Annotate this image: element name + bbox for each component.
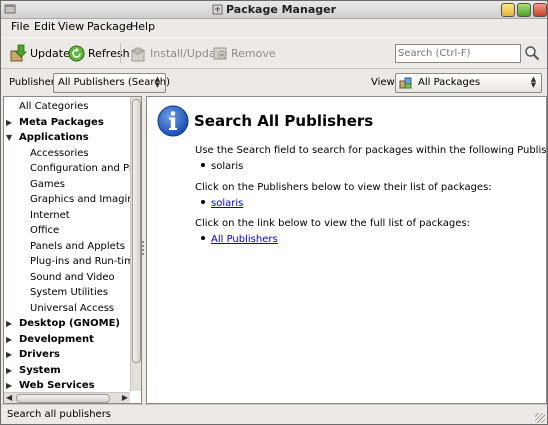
status-bar: Search all publishers	[1, 404, 547, 424]
category-pane: All Categories ▶ Meta Packages ▼ Applica…	[3, 96, 142, 404]
tree-item-label: Sound and Video	[30, 271, 115, 283]
tree-item-label: Graphics and Imaging	[30, 194, 130, 205]
toolbar: Updates Refresh Install/Update Remove Se…	[1, 37, 547, 69]
solaris-publisher-link[interactable]: solaris	[211, 198, 243, 209]
tree-item-label: Configuration and Preferences	[30, 163, 130, 174]
all-publishers-link[interactable]: All Publishers	[211, 234, 278, 245]
expander-collapsed-icon[interactable]: ▶	[6, 381, 12, 390]
menu-view[interactable]: View	[58, 20, 84, 33]
menu-package[interactable]: Package	[87, 20, 133, 33]
publisher-name: solaris	[211, 161, 244, 172]
tree-item-label: Drivers	[19, 349, 60, 360]
category-vertical-scrollbar[interactable]	[130, 97, 141, 391]
vertical-scroll-thumb[interactable]	[132, 99, 141, 363]
pane-splitter-handle[interactable]	[141, 241, 145, 257]
remove-label: Remove	[231, 46, 276, 60]
click-publishers-text: Click on the Publishers below to view th…	[195, 182, 492, 193]
expander-collapsed-icon[interactable]: ▶	[6, 319, 12, 328]
tree-item-label: Applications	[19, 132, 89, 143]
category-tree: All Categories ▶ Meta Packages ▼ Applica…	[4, 97, 130, 392]
view-label: View:	[371, 77, 398, 88]
content-pane: Search All Publishers Use the Search fie…	[146, 96, 547, 404]
tree-item-label: Panels and Applets	[30, 240, 125, 252]
tree-item-label: Internet	[30, 209, 70, 221]
packages-icon	[399, 77, 412, 89]
search-field[interactable]	[395, 44, 521, 63]
menu-bar: File Edit View Package Help	[1, 19, 547, 36]
bullet-icon	[201, 200, 205, 204]
tree-item-label: Universal Access	[30, 302, 115, 314]
publisher-dropdown[interactable]: All Publishers (Search) ▲ ▼	[53, 73, 170, 93]
tree-item-label: System	[19, 364, 61, 376]
view-dropdown-arrows-icon: ▲ ▼	[530, 75, 537, 89]
tree-item-label: Plug-ins and Run-times	[30, 256, 130, 267]
package-manager-window: Package Manager File Edit View Package H…	[0, 0, 548, 425]
click-link-text: Click on the link below to view the full…	[195, 218, 470, 229]
horizontal-scroll-thumb[interactable]	[16, 394, 110, 403]
package-manager-icon	[212, 4, 223, 15]
expander-collapsed-icon[interactable]: ▶	[6, 366, 12, 375]
view-dropdown-value: All Packages	[418, 77, 481, 88]
window-title: Package Manager	[1, 3, 547, 16]
minimize-button[interactable]	[501, 3, 515, 17]
category-horizontal-scrollbar[interactable]: ◀ ▶	[4, 392, 130, 403]
status-text: Search all publishers	[7, 409, 112, 420]
close-button[interactable]	[533, 3, 547, 17]
bullet-icon	[201, 163, 205, 167]
expander-collapsed-icon[interactable]: ▶	[6, 350, 12, 359]
tree-item-label: Meta Packages	[19, 116, 104, 128]
view-dropdown[interactable]: All Packages ▲ ▼	[395, 73, 542, 93]
refresh-label: Refresh	[88, 46, 130, 60]
search-icon[interactable]	[524, 45, 540, 61]
maximize-button[interactable]	[517, 3, 531, 17]
menu-file[interactable]: File	[11, 20, 29, 33]
updates-button[interactable]: Updates	[9, 42, 76, 64]
intro-text: Use the Search field to search for packa…	[195, 145, 547, 156]
window-title-text: Package Manager	[226, 3, 336, 16]
search-input[interactable]	[398, 46, 516, 60]
publisher-label: Publisher:	[9, 77, 59, 88]
bullet-icon	[201, 236, 205, 240]
expander-collapsed-icon[interactable]: ▶	[6, 335, 12, 344]
menu-help[interactable]: Help	[130, 20, 155, 33]
toolbar-separator	[120, 43, 121, 63]
tree-item-label: All Categories	[19, 101, 89, 112]
refresh-icon	[68, 45, 85, 61]
remove-icon	[213, 47, 227, 60]
publisher-list-item: solaris	[201, 161, 243, 172]
expander-expanded-icon[interactable]: ▼	[6, 133, 12, 142]
tree-item-label: Desktop (GNOME)	[19, 318, 120, 329]
tree-item-label: System Utilities	[30, 287, 109, 298]
updates-icon	[10, 44, 27, 62]
expander-collapsed-icon[interactable]: ▶	[6, 118, 12, 127]
all-publishers-link-item: All Publishers	[201, 234, 278, 245]
page-heading: Search All Publishers	[194, 112, 374, 130]
publisher-link-item: solaris	[201, 198, 243, 209]
tree-item-label: Accessories	[30, 147, 89, 159]
install-icon	[131, 47, 145, 61]
tree-item-label: Office	[30, 225, 60, 236]
tree-item-label: Web Services	[19, 380, 95, 391]
scroll-right-icon[interactable]: ▶	[122, 393, 128, 402]
scroll-left-icon[interactable]: ◀	[6, 393, 12, 402]
title-bar[interactable]: Package Manager	[1, 1, 547, 19]
resize-grip-icon[interactable]	[535, 413, 545, 423]
menu-edit[interactable]: Edit	[34, 20, 55, 33]
info-icon	[157, 105, 189, 137]
filter-row: Publisher: All Publishers (Search) ▲ ▼ Vi…	[1, 71, 547, 95]
tree-item-label: Games	[30, 178, 65, 190]
remove-button[interactable]: Remove	[212, 42, 276, 64]
publisher-dropdown-arrows-icon: ▲ ▼	[154, 75, 161, 89]
tree-item-label: Development	[19, 333, 94, 345]
